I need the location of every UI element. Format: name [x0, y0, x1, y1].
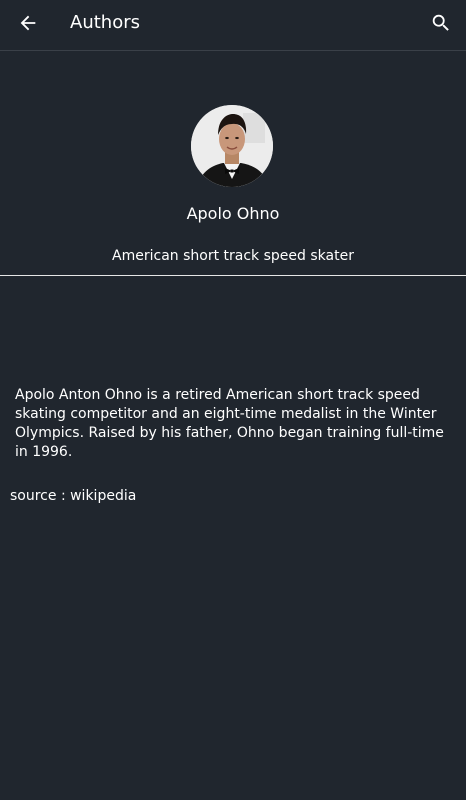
author-bio: Apolo Anton Ohno is a retired American s… [15, 387, 444, 460]
author-detail-screen: Authors Apolo Ohno American short track … [0, 0, 466, 800]
author-short-description: American short track speed skater [112, 248, 354, 264]
author-portrait [191, 105, 273, 187]
arrow-back-icon [20, 15, 36, 31]
source-label: source : wikipedia [10, 488, 137, 504]
search-button[interactable] [421, 3, 461, 43]
back-button[interactable] [8, 3, 48, 43]
author-avatar [191, 105, 273, 187]
search-icon [432, 14, 449, 31]
author-name: Apolo Ohno [186, 204, 280, 223]
app-bar: Authors [0, 0, 466, 51]
page-title: Authors [70, 12, 140, 33]
divider [0, 275, 466, 276]
